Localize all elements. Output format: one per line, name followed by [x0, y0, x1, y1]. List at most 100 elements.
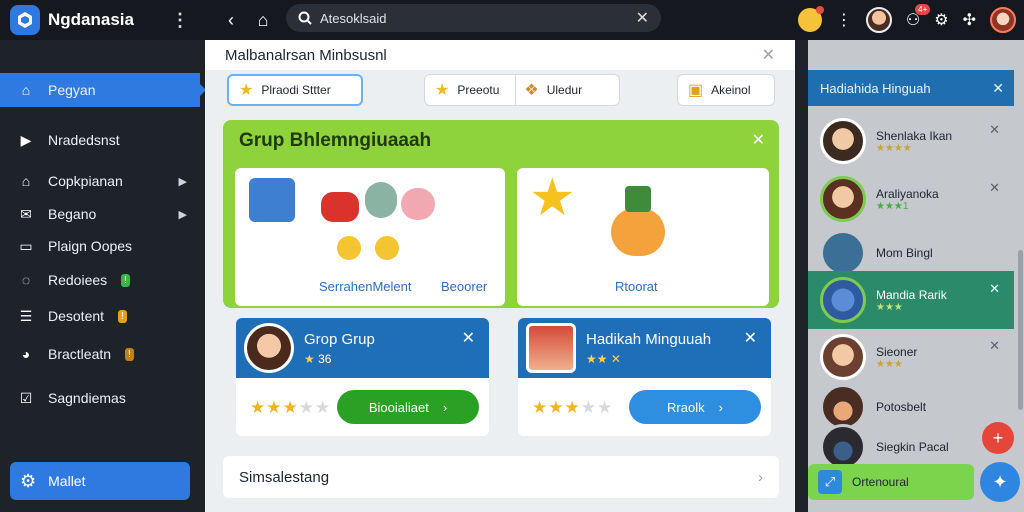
- brand: Ngdanasia ⋮: [0, 0, 205, 40]
- toy-robot-icon: [249, 178, 295, 222]
- search-bar[interactable]: Atesoklsaid ✕: [286, 4, 661, 32]
- tab-label: Uledur: [546, 83, 583, 97]
- toy-hat-icon: [625, 186, 651, 212]
- toy-card-left[interactable]: SerrahenMelent Beoorer: [235, 168, 505, 306]
- gamepad-icon[interactable]: ✣: [963, 10, 976, 30]
- app-logo-icon: [10, 5, 40, 35]
- star-icon: ★: [239, 82, 254, 99]
- tab-akeinol[interactable]: ▣ Akeinol: [677, 74, 775, 106]
- player-action-button[interactable]: Rraolk ›: [629, 390, 761, 424]
- friend-name: Mandia Rarik: [876, 287, 947, 302]
- main-header: Malbanalrsan Minbsusnl ✕: [205, 40, 795, 70]
- sidebar-item-copkpianan[interactable]: ⌂ Copkpianan ▶: [0, 164, 205, 198]
- card-label: SerrahenMelent: [319, 279, 412, 294]
- top-right-actions: ⋮ ⚇ 4+ ⚙ ✣: [797, 0, 1024, 40]
- sidebar-footer-button[interactable]: ⚙ Mallet: [10, 462, 190, 500]
- sidebar-item-plaign-oopes[interactable]: ▭ Plaign Oopes: [0, 229, 205, 263]
- friend-name: Mom Bingl: [876, 246, 933, 260]
- sidebar-item-label: Begano: [48, 206, 97, 222]
- list-icon: ☰: [19, 307, 33, 324]
- sidebar-tag: !: [121, 273, 130, 287]
- kebab-menu-icon[interactable]: ⋮: [836, 10, 852, 30]
- close-icon[interactable]: ✕: [744, 328, 757, 348]
- close-icon[interactable]: ✕: [989, 180, 1000, 196]
- close-icon[interactable]: ✕: [462, 328, 475, 348]
- friend-name: Siegkin Pacal: [876, 440, 949, 454]
- close-icon[interactable]: ✕: [992, 80, 1004, 97]
- right-panel-header: Hadiahida Hinguah ✕: [808, 70, 1014, 106]
- tab-preeotu[interactable]: ★ Preeotu ❖ Uledur: [424, 74, 620, 106]
- friend-item[interactable]: Shenlaka Ikan ★★★★ ✕: [808, 112, 1014, 170]
- player-score-value: 36: [318, 352, 332, 366]
- sidebar-item-desotent[interactable]: ☰ Desotent !: [0, 299, 205, 333]
- right-footer-label: Ortenoural: [852, 475, 909, 489]
- add-button[interactable]: +: [982, 422, 1014, 454]
- friend-item[interactable]: Araliyanoka ★★★1 ✕: [808, 170, 1014, 228]
- close-icon[interactable]: ✕: [989, 281, 1000, 297]
- close-icon[interactable]: ✕: [762, 45, 775, 65]
- expand-icon: ⤢: [818, 470, 842, 494]
- player-avatar: [526, 323, 576, 373]
- tab-plraodi[interactable]: ★ Plraodi Sttter: [227, 74, 363, 106]
- up-icon[interactable]: ⌂: [253, 10, 273, 31]
- sidebar: ⌂ Pegyan ▶ Nradedsnst ⌂ Copkpianan ▶ ✉ B…: [0, 40, 206, 512]
- friend-stars: ★★★★: [876, 142, 912, 154]
- mail-icon: ✉: [20, 205, 32, 222]
- close-icon[interactable]: ✕: [989, 338, 1000, 354]
- button-label: Biooialiaet: [368, 399, 429, 415]
- close-icon[interactable]: ✕: [752, 130, 765, 150]
- search-input[interactable]: Atesoklsaid: [320, 11, 628, 26]
- user-avatar[interactable]: [865, 7, 892, 33]
- app-title: Ngdanasia: [48, 10, 134, 29]
- back-icon[interactable]: ‹: [221, 10, 241, 31]
- right-panel-title: Hadiahida Hinguah: [820, 80, 931, 96]
- toy-bunny-icon: [365, 182, 397, 218]
- player-header: Hadikah Minguuah ★★ ✕ ✕: [518, 318, 771, 378]
- right-footer-button[interactable]: ⤢ Ortenoural: [808, 464, 974, 500]
- clear-search-icon[interactable]: ✕: [636, 8, 649, 28]
- chat-icon: ◌: [21, 272, 31, 288]
- settings-row[interactable]: Simsalestang ›: [223, 456, 779, 498]
- player-score: ★★ ✕: [586, 352, 621, 366]
- button-label: Rraolk: [667, 399, 705, 415]
- sidebar-item-sagndiemas[interactable]: ☑ Sagndiemas: [0, 381, 205, 415]
- more-menu-icon[interactable]: ⋮: [171, 11, 189, 29]
- friend-item-selected[interactable]: Mandia Rarik ★★★ ✕: [808, 271, 1014, 329]
- sidebar-item-label: Bractleatn: [48, 346, 112, 362]
- profile-avatar[interactable]: [990, 7, 1016, 33]
- search-icon: [298, 11, 312, 25]
- chevron-right-icon: ▶: [178, 208, 187, 221]
- emoji-status-icon[interactable]: [797, 6, 824, 32]
- star-icon: ★: [435, 82, 450, 99]
- sidebar-item-bractleatn[interactable]: ◕ Bractleatn !: [0, 337, 205, 371]
- rating-stars: ★★★★★: [532, 398, 614, 417]
- friend-name: Sieoner: [876, 344, 918, 359]
- frame-icon: ▣: [688, 82, 704, 99]
- game-fab-button[interactable]: ✦: [980, 462, 1020, 502]
- settings-label: Simsalestang: [239, 468, 330, 486]
- friend-avatar: [820, 230, 866, 276]
- close-icon[interactable]: ✕: [989, 122, 1000, 138]
- player-header: Grop Grup ★ 36 ✕: [236, 318, 489, 378]
- gear-icon[interactable]: ⚙: [934, 10, 948, 30]
- player-score: ★ 36: [304, 352, 332, 366]
- sidebar-item-label: Copkpianan: [48, 173, 123, 189]
- friend-avatar: [820, 176, 866, 222]
- sidebar-item-nradedsnst[interactable]: ▶ Nradedsnst: [0, 123, 205, 157]
- friend-name: Araliyanoka: [876, 186, 939, 201]
- chevron-right-icon: ▶: [178, 175, 187, 188]
- toy-card-right[interactable]: ★ Rtoorat: [517, 168, 769, 306]
- rating-stars: ★★★★★: [250, 398, 332, 417]
- sidebar-item-label: Sagndiemas: [48, 390, 126, 406]
- sidebar-item-label: Pegyan: [48, 82, 96, 98]
- sidebar-item-begano[interactable]: ✉ Begano ▶: [0, 197, 205, 231]
- sidebar-item-pegyan[interactable]: ⌂ Pegyan: [0, 73, 206, 107]
- home-icon: ⌂: [21, 82, 31, 98]
- player-action-button[interactable]: Biooialiaet ›: [337, 390, 479, 424]
- main-panel: Malbanalrsan Minbsusnl ✕ ★ Plraodi Sttte…: [205, 40, 795, 512]
- sidebar-tag: !: [125, 347, 134, 361]
- bag-icon[interactable]: ⚇ 4+: [906, 4, 931, 30]
- sidebar-item-redoiees[interactable]: ◌ Redoiees !: [0, 263, 205, 297]
- check-icon: ☑: [19, 389, 33, 406]
- scrollbar[interactable]: [1018, 250, 1023, 410]
